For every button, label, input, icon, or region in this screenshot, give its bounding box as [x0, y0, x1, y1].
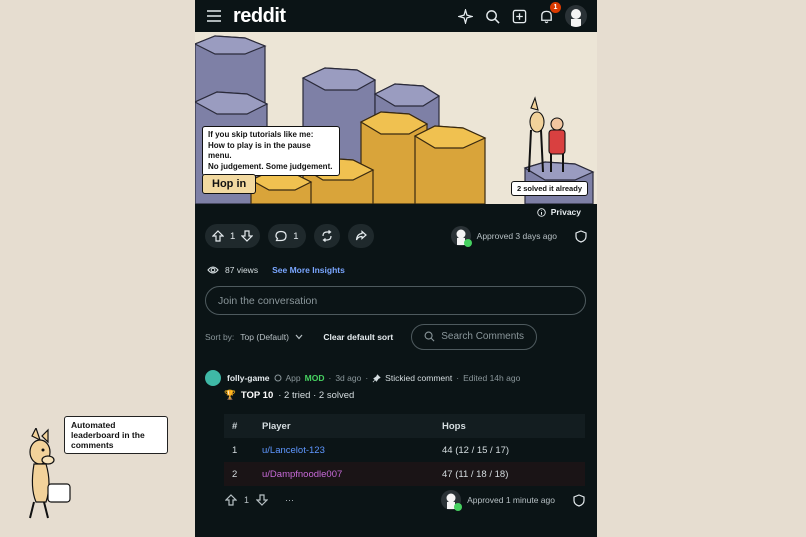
leaderboard-table: # Player Hops 1 u/Lancelot-123 44 (12 / …: [224, 414, 585, 486]
privacy-label: Privacy: [550, 207, 581, 217]
tutorial-tip: If you skip tutorials like me: How to pl…: [202, 126, 340, 176]
notifications-bell-icon[interactable]: 1: [538, 1, 561, 25]
rank-cell: 1: [232, 444, 238, 456]
moderator-avatar: [441, 490, 463, 511]
comment-downvote-icon[interactable]: [256, 494, 269, 506]
post-actions-row: 1 1 Approved 3 days ago: [205, 223, 587, 249]
leaderboard-stats: · 2 tried · 2 solved: [278, 390, 355, 401]
trophy-icon: 🏆: [224, 390, 236, 401]
clear-sort-button[interactable]: Clear default sort: [323, 332, 393, 342]
moderator-avatar: [450, 226, 472, 247]
sort-dropdown[interactable]: Top (Default): [240, 332, 303, 342]
downvote-icon[interactable]: [241, 230, 254, 242]
edited-label: Edited 14h ago: [463, 373, 521, 383]
eye-icon: [207, 266, 219, 274]
col-header-rank: #: [224, 414, 254, 438]
col-header-player: Player: [254, 414, 434, 438]
app-gear-icon: [274, 374, 282, 382]
commenter-avatar[interactable]: [205, 370, 221, 386]
leaderboard-title: TOP 10: [240, 390, 274, 401]
tip-line-1: If you skip tutorials like me:: [208, 130, 314, 139]
hops-cell: 47 (11 / 18 / 18): [434, 462, 585, 486]
comment-icon: [275, 230, 287, 242]
top-navigation-bar: reddit 1: [195, 0, 597, 32]
mod-tag: MOD: [304, 373, 325, 383]
sort-label: Sort by:: [205, 331, 235, 342]
app-tag: App: [285, 373, 301, 383]
col-header-hops: Hops: [434, 414, 585, 438]
reddit-logo[interactable]: reddit: [233, 5, 286, 28]
create-post-icon[interactable]: [511, 8, 528, 25]
llama-mascot-illustration: [29, 428, 71, 519]
sparkle-icon[interactable]: [457, 8, 474, 25]
pin-icon: [372, 373, 381, 382]
comment-header: folly-game App MOD · 3d ago · Stickied c…: [205, 370, 520, 386]
post-vote-count: 1: [230, 230, 236, 242]
rank-cell: 2: [224, 462, 254, 486]
comment-username[interactable]: folly-game: [227, 373, 270, 383]
comment-approval-status: Approved 1 minute ago: [441, 490, 585, 511]
comment-vote-count: 1: [244, 495, 250, 505]
player-link[interactable]: u/Dampfnoodle007: [254, 462, 434, 486]
upvote-icon[interactable]: [212, 230, 224, 242]
share-icon: [355, 230, 367, 241]
vote-pill: 1: [205, 224, 261, 248]
user-avatar[interactable]: [565, 5, 587, 27]
comment-sort-row: Sort by: Top (Default) Clear default sor…: [205, 323, 587, 350]
view-count: 87 views: [225, 265, 259, 275]
info-icon: [537, 207, 546, 217]
sort-value: Top (Default): [240, 331, 289, 342]
search-icon: [424, 331, 435, 342]
search-comments-input[interactable]: Search Comments: [411, 323, 538, 350]
comment-approved-text: Approved 1 minute ago: [467, 495, 555, 505]
notification-badge: 1: [550, 1, 561, 13]
table-row: 2 u/Dampfnoodle007 47 (11 / 18 / 18): [224, 462, 585, 486]
mod-shield-icon[interactable]: [573, 493, 585, 507]
hop-in-button[interactable]: Hop in: [202, 174, 257, 194]
more-options-button[interactable]: ···: [285, 495, 294, 505]
comment-upvote-icon[interactable]: [225, 494, 237, 506]
comment-age: 3d ago: [335, 373, 362, 383]
search-comments-placeholder: Search Comments: [441, 331, 525, 342]
privacy-link[interactable]: Privacy: [537, 207, 581, 217]
table-header-row: # Player Hops: [224, 414, 585, 438]
solved-count-badge: 2 solved it already: [510, 181, 588, 196]
hamburger-menu-icon[interactable]: [205, 7, 223, 25]
game-banner[interactable]: If you skip tutorials like me: How to pl…: [195, 32, 597, 204]
table-row: 1 u/Lancelot-123 44 (12 / 15 / 17): [224, 438, 585, 462]
crosspost-icon: [321, 230, 332, 242]
player-link[interactable]: u/Lancelot-123: [254, 438, 434, 462]
approved-check-icon: [463, 239, 472, 247]
leaderboard-summary: 🏆 TOP 10 · 2 tried · 2 solved: [224, 390, 354, 401]
search-icon[interactable]: [484, 8, 501, 25]
stickied-label: Stickied comment: [385, 373, 453, 383]
comment-count: 1: [293, 230, 299, 242]
post-approval-status: Approved 3 days ago: [450, 226, 587, 247]
crosspost-button[interactable]: [313, 224, 340, 248]
join-conversation-input[interactable]: Join the conversation: [205, 286, 586, 315]
hops-cell: 44 (12 / 15 / 17): [442, 444, 510, 456]
comments-button[interactable]: 1: [268, 224, 306, 248]
share-button[interactable]: [347, 224, 374, 248]
comment-actions-row: 1 ··· Approved 1 minute ago: [225, 490, 585, 511]
mobile-app-panel: reddit 1 If you skip tutorials like me: …: [195, 0, 597, 537]
post-insights: 87 views See More Insights: [207, 265, 345, 275]
see-more-insights-link[interactable]: See More Insights: [272, 265, 345, 275]
mod-shield-icon[interactable]: [575, 229, 587, 243]
post-approved-text: Approved 3 days ago: [476, 231, 557, 241]
tip-line-3: No judgement. Some judgement.: [208, 161, 333, 171]
tip-line-2: How to play is in the pause menu.: [208, 140, 311, 161]
chevron-down-icon: [295, 334, 303, 339]
